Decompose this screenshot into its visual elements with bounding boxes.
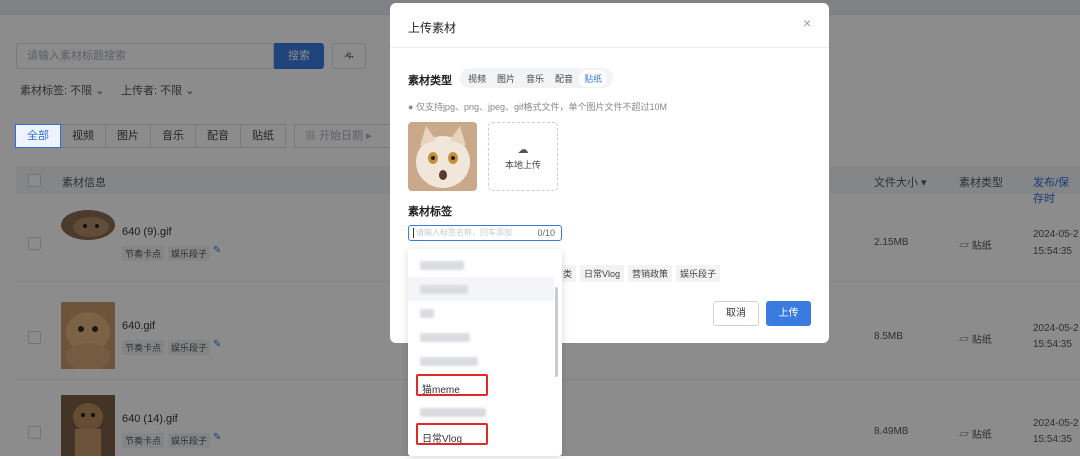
type-label: 素材类型 <box>408 75 452 87</box>
tags-label: 素材标签 <box>408 206 452 218</box>
dropdown-scrollbar[interactable] <box>555 287 558 377</box>
dropdown-option[interactable] <box>408 325 554 349</box>
dropdown-option[interactable] <box>408 277 554 301</box>
close-icon[interactable]: × <box>803 15 811 31</box>
tag-counter: 0/10 <box>537 228 555 238</box>
tab-all[interactable]: 全部 <box>15 124 61 148</box>
type-segmented-control: 视频 图片 音乐 配音 贴纸 <box>460 68 613 88</box>
upload-button[interactable]: 上传 <box>766 301 811 326</box>
cancel-button[interactable]: 取消 <box>713 301 759 326</box>
modal-title: 上传素材 <box>408 21 457 35</box>
blurred-option <box>420 408 486 417</box>
blurred-option <box>420 357 478 366</box>
type-option-sticker[interactable]: 贴纸 <box>579 69 608 87</box>
text-caret <box>413 228 414 238</box>
info-icon: ● <box>408 102 416 112</box>
blurred-option <box>420 285 468 294</box>
blurred-option <box>420 333 470 342</box>
tag-input-placeholder: 请输入标签名称，回车添加 <box>416 228 512 237</box>
dropdown-option[interactable] <box>408 253 554 277</box>
tag-input[interactable]: 请输入标签名称，回车添加 0/10 <box>408 225 562 241</box>
type-option-image[interactable]: 图片 <box>492 70 520 87</box>
local-upload-label: 本地上传 <box>504 160 541 170</box>
tag-dropdown: 猫meme 日常Vlog <box>408 249 562 456</box>
highlight-box <box>416 423 488 445</box>
blurred-option <box>420 309 434 318</box>
type-option-voice[interactable]: 配音 <box>550 70 578 87</box>
upload-cloud-icon: ☁ <box>517 144 529 156</box>
blurred-option <box>420 261 464 270</box>
local-upload-button[interactable]: ☁ 本地上传 <box>488 122 558 191</box>
highlight-box <box>416 374 488 396</box>
uploaded-preview <box>408 122 477 191</box>
dropdown-option[interactable] <box>408 301 554 325</box>
suggested-tag[interactable]: 娱乐段子 <box>676 265 721 282</box>
suggested-tag[interactable]: 营销政策 <box>628 265 673 282</box>
type-option-video[interactable]: 视频 <box>463 70 491 87</box>
type-option-music[interactable]: 音乐 <box>521 70 549 87</box>
upload-hint: ● 仅支持jpg、png、jpeg、gif格式文件，单个图片文件不超过10M <box>408 102 667 112</box>
suggested-tags: 类 日常Vlog 营销政策 娱乐段子 <box>559 265 724 282</box>
modal-divider <box>390 47 829 48</box>
dropdown-option[interactable] <box>408 349 554 373</box>
cat-preview-image <box>408 122 477 191</box>
suggested-tag[interactable]: 日常Vlog <box>580 265 625 282</box>
dropdown-option[interactable] <box>408 400 554 424</box>
